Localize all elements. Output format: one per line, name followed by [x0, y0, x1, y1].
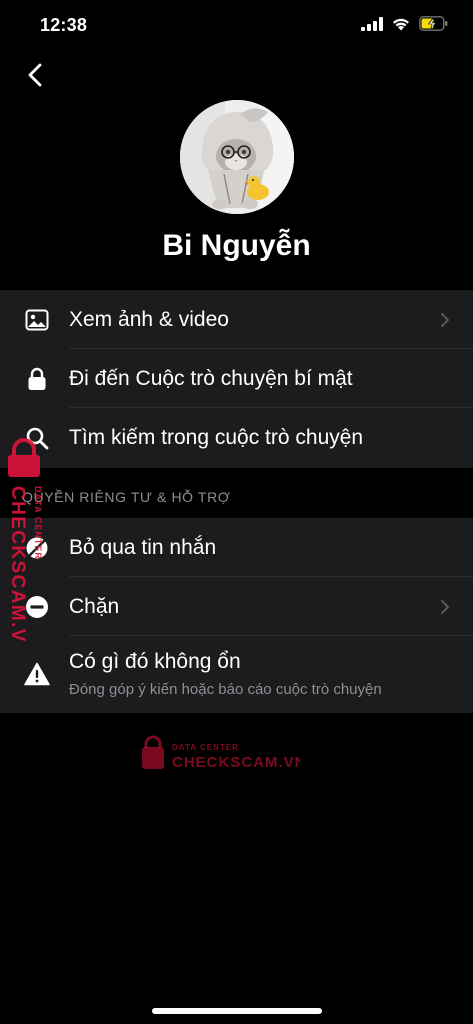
watermark-vertical-big: CHECKSCAM.VN	[7, 486, 28, 643]
avatar[interactable]	[180, 100, 294, 214]
report-problem-row[interactable]: Có gì đó không ổn Đóng góp ý kiến hoặc b…	[0, 636, 473, 712]
secret-conversation-row[interactable]: Đi đến Cuộc trò chuyện bí mật	[0, 349, 473, 408]
watermark-center-small: DATA CENTER	[172, 743, 239, 752]
view-media-row[interactable]: Xem ảnh & video	[0, 290, 473, 349]
privacy-section-header: QUYỀN RIÊNG TƯ & HỖ TRỢ	[22, 489, 231, 505]
status-time: 12:38	[40, 15, 88, 35]
home-indicator[interactable]	[152, 1008, 322, 1014]
report-problem-sublabel: Đóng góp ý kiến hoặc báo cáo cuộc trò ch…	[69, 681, 382, 698]
profile-name: Bi Nguyễn	[162, 229, 311, 262]
ignore-messages-row[interactable]: Bỏ qua tin nhắn	[0, 518, 473, 577]
privacy-options-group: Bỏ qua tin nhắn Chặn Có gì đó không ổn Đ…	[0, 518, 473, 713]
lock-icon	[24, 366, 50, 392]
search-conversation-label: Tìm kiếm trong cuộc trò chuyện	[69, 425, 364, 449]
block-row[interactable]: Chặn	[0, 577, 473, 636]
status-icons	[361, 16, 449, 31]
secret-conversation-label: Đi đến Cuộc trò chuyện bí mật	[69, 366, 353, 390]
chevron-right-icon	[441, 312, 449, 327]
chevron-left-icon	[28, 63, 42, 87]
photo-icon	[24, 307, 50, 333]
view-media-label: Xem ảnh & video	[69, 307, 229, 331]
back-button[interactable]	[18, 58, 52, 92]
search-conversation-row[interactable]: Tìm kiếm trong cuộc trò chuyện	[0, 408, 473, 467]
battery-charging-icon	[419, 16, 448, 31]
cat-photo	[180, 100, 294, 214]
ignore-messages-label: Bỏ qua tin nhắn	[69, 535, 217, 559]
chevron-right-icon	[441, 599, 449, 614]
wifi-icon	[393, 18, 409, 30]
watermark-vertical-small: DATA CENTER	[33, 486, 43, 560]
watermark-center-big: CHECKSCAM.VN	[172, 754, 300, 771]
watermark-center: DATA CENTER CHECKSCAM.VN	[142, 735, 300, 771]
watermark-vertical: CHECKSCAM.VN DATA CENTER	[7, 438, 43, 643]
signal-icon	[361, 16, 383, 31]
block-label: Chặn	[69, 594, 120, 618]
report-problem-label: Có gì đó không ổn	[69, 650, 241, 673]
chat-options-group: Xem ảnh & video Đi đến Cuộc trò chuyện b…	[0, 290, 473, 468]
status-bar: 12:38	[0, 0, 473, 52]
warning-icon	[24, 661, 50, 687]
